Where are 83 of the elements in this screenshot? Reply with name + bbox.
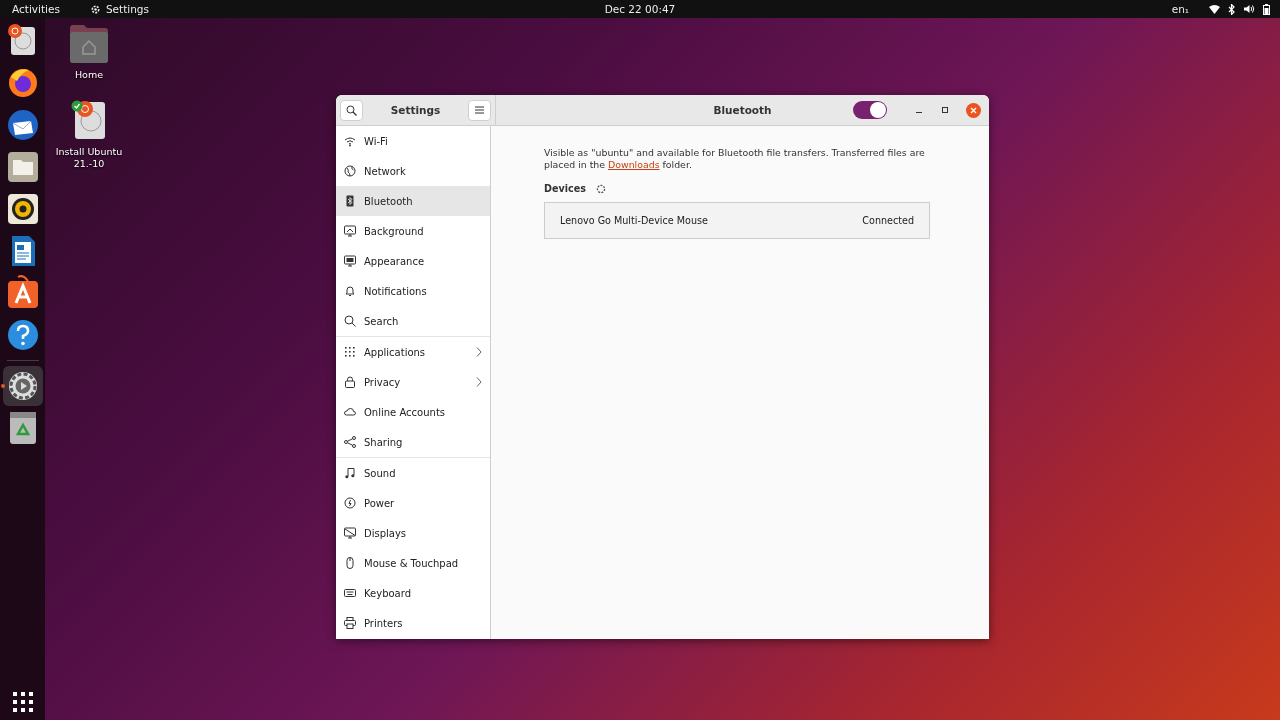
item-label: Online Accounts [364,406,447,418]
menu-icon [475,106,484,114]
window-title: Bluetooth [713,104,772,116]
sidebar-item[interactable]: Notifications [336,276,490,306]
wifi-icon[interactable] [1209,4,1220,14]
item-label: Bluetooth [364,195,414,207]
sidebar-item[interactable]: Online Accounts [336,397,490,427]
monitor-icon [344,527,356,539]
sidebar-item[interactable]: Bluetooth [336,186,490,216]
sidebar-item[interactable]: Sharing [336,427,490,457]
item-label: Sharing [364,436,404,448]
grid-icon [344,346,356,358]
sidebar-item[interactable]: Privacy [336,367,490,397]
volume-icon[interactable] [1244,4,1255,14]
keyboard-layout[interactable]: en₁ [1171,3,1189,15]
icon-label[interactable]: Home [74,69,104,81]
item-label: Privacy [364,376,402,388]
sidebar-item[interactable]: Displays [336,518,490,548]
item-label: Keyboard [364,587,412,599]
music-note-icon [344,467,356,479]
monitor-icon [344,255,356,267]
sidebar-item[interactable]: Search [336,306,490,336]
sidebar-item[interactable]: Applications [336,337,490,367]
sidebar-item[interactable]: Sound [336,458,490,488]
item-label: Printers [364,617,404,629]
bluetooth-icon [344,195,356,207]
cloud-icon [344,406,356,418]
device-name[interactable]: Lenovo Go Multi-Device Mouse [560,215,708,226]
sidebar-item[interactable]: Printers [336,608,490,638]
item-label: Displays [364,527,408,539]
wifi-icon [344,135,356,147]
sidebar-item[interactable]: Mouse & Touchpad [336,548,490,578]
monitor-icon [344,225,356,237]
globe-icon [344,165,356,177]
app-grid-icon[interactable] [12,692,33,712]
device-status: Connected [862,215,914,226]
item-label: Power [364,497,396,509]
clock[interactable]: Dec 22 00:47 [604,3,676,15]
item-label: Wi-Fi [364,135,389,147]
activities-button[interactable]: Activities [12,3,60,15]
menu-button[interactable] [468,99,491,121]
maximize-icon [941,106,949,114]
search-icon [344,315,356,327]
close-icon [970,106,977,114]
sidebar-item[interactable]: Power [336,488,490,518]
close-button[interactable] [966,102,981,118]
sidebar-title: Settings [390,104,441,116]
item-label: Search [364,315,400,327]
sidebar-item[interactable]: Keyboard [336,578,490,608]
bluetooth-switch[interactable] [853,101,887,119]
battery-icon[interactable] [1263,3,1270,15]
bluetooth-icon[interactable] [1228,3,1236,15]
item-label: Mouse & Touchpad [364,557,460,569]
gear-icon [89,3,101,15]
share-icon [344,436,356,448]
item-label: Notifications [364,285,428,297]
item-label: Background [364,225,425,237]
icon-label[interactable]: Install Ubuntu 21.-10 [44,146,134,170]
section-heading: Devices [544,183,586,194]
sidebar-item[interactable]: Wi-Fi [336,126,490,156]
sidebar-item[interactable]: Appearance [336,246,490,276]
lock-icon [344,376,356,388]
spinner-icon [595,183,606,194]
sidebar-item[interactable]: Background [336,216,490,246]
search-button[interactable] [340,99,363,121]
keyboard-icon [344,587,356,599]
printer-icon [344,617,356,629]
chevron-icon [476,347,482,357]
app-menu[interactable]: Settings [105,3,149,15]
description-text: Visible as "ubuntu" and available for Bluetooth file transfers. Transferred files are placed in the Downloads folder. [544,147,926,170]
drive-icon[interactable] [71,100,107,140]
chevron-icon [476,377,482,387]
item-label: Sound [364,467,397,479]
sidebar-item[interactable]: Network [336,156,490,186]
downloads-link[interactable]: Downloads [608,158,660,170]
bell-icon [344,285,356,297]
item-label: Network [364,165,407,177]
power-icon [344,497,356,509]
item-label: Applications [364,346,427,358]
running-indicator [0,384,5,388]
search-icon [346,104,357,116]
mouse-icon [344,557,356,569]
item-label: Appearance [364,255,426,267]
